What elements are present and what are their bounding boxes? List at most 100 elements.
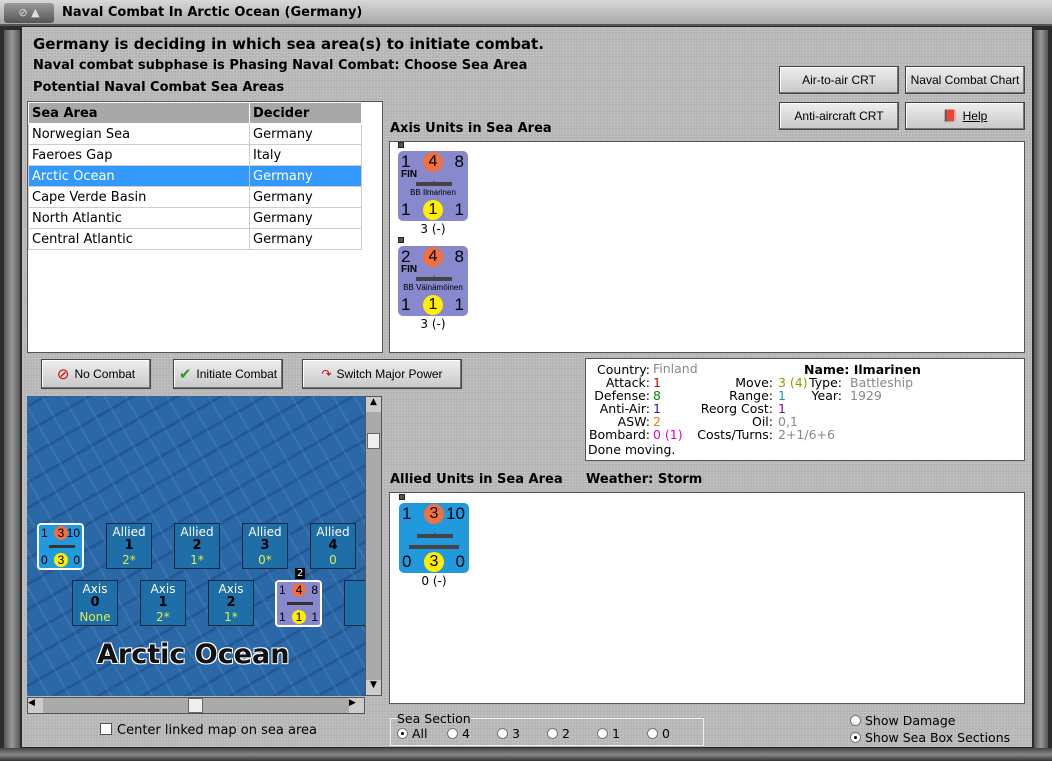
counter-bottom-right: 1 bbox=[454, 295, 464, 314]
sea-area-row[interactable]: Cape Verde Basin Germany bbox=[28, 186, 362, 208]
bottom-frame bbox=[0, 748, 1052, 761]
naval-combat-chart-button[interactable]: Naval Combat Chart bbox=[905, 66, 1025, 94]
radio-button[interactable] bbox=[447, 728, 458, 739]
linked-map[interactable]: Arctic Ocean Allied 1 2* Allied 2 1* Allied 3 0*… bbox=[27, 396, 365, 696]
allied-sea-box[interactable]: Allied 3 0* bbox=[242, 523, 288, 569]
box-value: 2* bbox=[156, 610, 170, 624]
sea-area-cell: Faeroes Gap bbox=[28, 144, 250, 166]
no-combat-button[interactable]: ⊘ No Combat bbox=[41, 359, 151, 389]
sea-section-group: Sea Section All 4 3 2 1 0 bbox=[390, 711, 704, 746]
unit-counter[interactable]: 2 4 8 FIN ▲ BB Väinämöinen 1 1 1 bbox=[398, 246, 468, 316]
button-label: Switch Major Power bbox=[336, 367, 443, 381]
window-menu-button[interactable]: ⊘ ▲ bbox=[4, 3, 54, 23]
scroll-left-arrow[interactable]: ◀ bbox=[28, 698, 43, 713]
column-header-decider[interactable]: Decider bbox=[249, 102, 362, 124]
column-header-sea-area[interactable]: Sea Area bbox=[28, 102, 250, 124]
box-label: Axis bbox=[82, 582, 108, 596]
button-label: Help bbox=[962, 109, 988, 123]
air-to-air-crt-button[interactable]: Air-to-air CRT bbox=[779, 66, 899, 94]
sea-area-row[interactable]: Arctic Ocean Germany bbox=[28, 165, 362, 187]
axis-sea-box[interactable] bbox=[344, 580, 365, 626]
sea-section-radio-2[interactable]: 2 bbox=[547, 726, 597, 741]
map-horizontal-scrollbar[interactable]: ◀ ▶ bbox=[27, 697, 365, 714]
axis-units-panel: 1 4 8 FIN ▲ BB Ilmarinen 1 1 1 3 (-) 2 4 8 FIN ▲ BB Väi… bbox=[389, 141, 1025, 353]
unit-counter[interactable]: 1 4 8 FIN ▲ BB Ilmarinen 1 1 1 bbox=[398, 151, 468, 221]
radio-button[interactable] bbox=[547, 728, 558, 739]
sea-area-row[interactable]: Central Atlantic Germany bbox=[28, 228, 362, 250]
map-unit-counter[interactable]: 1 10 0 0 3 3 bbox=[37, 523, 84, 570]
map-vertical-scrollbar[interactable]: ▲ ▼ bbox=[365, 396, 382, 696]
sea-section-radio-3[interactable]: 3 bbox=[497, 726, 547, 741]
sea-area-row[interactable]: Faeroes Gap Italy bbox=[28, 144, 362, 166]
radio-button[interactable] bbox=[397, 728, 408, 739]
sea-area-cell: North Atlantic bbox=[28, 207, 250, 229]
switch-major-power-button[interactable]: ↷ Switch Major Power bbox=[302, 359, 462, 389]
box-number: 0 bbox=[90, 595, 100, 610]
sea-section-radio-1[interactable]: 1 bbox=[597, 726, 647, 741]
scroll-thumb[interactable] bbox=[188, 698, 203, 713]
counter-nation: FIN bbox=[401, 264, 418, 275]
show-sea-box-sections-radio[interactable]: Show Sea Box Sections bbox=[850, 729, 1010, 746]
counter-attack: 4 bbox=[423, 247, 443, 267]
counter-top-right: 8 bbox=[454, 247, 464, 266]
scroll-thumb[interactable] bbox=[367, 433, 380, 449]
radio-button[interactable] bbox=[850, 715, 861, 726]
counter-value: 1 bbox=[311, 610, 318, 624]
counter-bottom-mid: 1 bbox=[292, 610, 306, 624]
radio-button[interactable] bbox=[497, 728, 508, 739]
ship-icon bbox=[49, 545, 75, 548]
title-bar[interactable]: ⊘ ▲ Naval Combat In Arctic Ocean (German… bbox=[0, 0, 1052, 26]
counter-ship-name: BB Väinämöinen bbox=[403, 283, 463, 292]
help-button[interactable]: 📕 Help bbox=[905, 102, 1025, 130]
anti-aircraft-crt-button[interactable]: Anti-aircraft CRT bbox=[779, 102, 899, 130]
unit-counter[interactable]: 1 3 10 ▲ 0 3 0 bbox=[399, 503, 469, 573]
decider-cell: Germany bbox=[249, 165, 362, 187]
allied-sea-box[interactable]: Allied 4 0 bbox=[310, 523, 356, 569]
allied-units-title: Allied Units in Sea Area bbox=[390, 472, 563, 487]
allied-sea-box[interactable]: Allied 2 1* bbox=[174, 523, 220, 569]
scroll-up-arrow[interactable]: ▲ bbox=[366, 397, 381, 412]
decider-cell: Germany bbox=[249, 186, 362, 208]
year-label: Year: bbox=[811, 388, 842, 403]
counter-value: 1 bbox=[279, 583, 286, 597]
box-number: 4 bbox=[328, 538, 338, 553]
map-unit-counter[interactable]: 181141 bbox=[275, 580, 322, 627]
radio-button[interactable] bbox=[597, 728, 608, 739]
sea-section-radio-0[interactable]: 0 bbox=[647, 726, 697, 741]
sea-area-cell: Norwegian Sea bbox=[28, 123, 250, 145]
axis-sea-box[interactable]: Axis 2 1* bbox=[208, 580, 254, 626]
counter-bottom-right: 0 bbox=[455, 552, 465, 571]
checkbox-label: Center linked map on sea area bbox=[117, 723, 317, 738]
unit-status: 3 (-) bbox=[420, 317, 446, 331]
sea-area-cell: Arctic Ocean bbox=[28, 165, 250, 187]
sea-section-radio-4[interactable]: 4 bbox=[447, 726, 497, 741]
radio-button[interactable] bbox=[647, 728, 658, 739]
bombard-label: Bombard: bbox=[588, 427, 650, 442]
center-map-checkbox[interactable]: Center linked map on sea area bbox=[100, 723, 317, 738]
costs-label: Costs/Turns: bbox=[697, 427, 773, 442]
axis-units-title: Axis Units in Sea Area bbox=[390, 121, 552, 136]
box-value: 0 bbox=[329, 553, 337, 567]
box-label: Allied bbox=[248, 525, 282, 539]
costs-value: 2+1/6+6 bbox=[778, 427, 835, 442]
unit-marker-icon bbox=[398, 237, 404, 243]
allied-sea-box[interactable]: Allied 1 2* bbox=[106, 523, 152, 569]
counter-ship-name: BB Ilmarinen bbox=[410, 188, 456, 197]
checkbox-box[interactable] bbox=[100, 723, 112, 735]
sea-area-list[interactable]: Sea Area Decider Norwegian Sea Germany Faer… bbox=[27, 101, 383, 353]
scroll-down-arrow[interactable]: ▼ bbox=[366, 680, 381, 695]
weather-label: Weather: Storm bbox=[586, 472, 703, 487]
button-label: Initiate Combat bbox=[196, 367, 278, 381]
scroll-right-arrow[interactable]: ▶ bbox=[349, 698, 364, 713]
axis-sea-box[interactable]: Axis 0 None bbox=[72, 580, 118, 626]
sea-area-cell: Central Atlantic bbox=[28, 228, 250, 250]
radio-button[interactable] bbox=[850, 732, 861, 743]
initiate-combat-button[interactable]: ✔ Initiate Combat bbox=[173, 359, 283, 389]
sea-section-radio-all[interactable]: All bbox=[397, 726, 447, 741]
show-damage-radio[interactable]: Show Damage bbox=[850, 712, 1010, 729]
status-heading: Germany is deciding in which sea area(s)… bbox=[33, 35, 544, 53]
sea-area-row[interactable]: Norwegian Sea Germany bbox=[28, 123, 362, 145]
sea-area-row[interactable]: North Atlantic Germany bbox=[28, 207, 362, 229]
box-label: Axis bbox=[150, 582, 176, 596]
axis-sea-box[interactable]: Axis 1 2* bbox=[140, 580, 186, 626]
